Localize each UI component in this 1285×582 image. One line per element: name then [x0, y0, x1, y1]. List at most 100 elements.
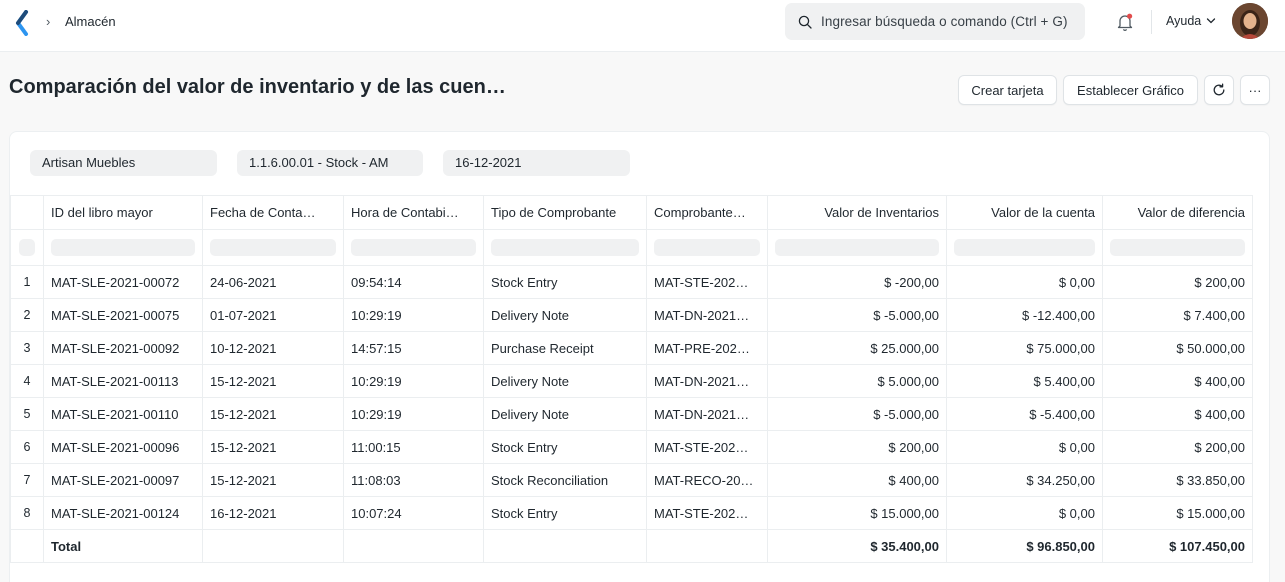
- table-row[interactable]: 3 MAT-SLE-2021-00092 10-12-2021 14:57:15 Pur…: [10, 331, 1253, 365]
- row-index: 3: [10, 331, 44, 365]
- posting-date-cell: 24-06-2021: [202, 265, 344, 299]
- account-value-cell: $ 75.000,00: [946, 331, 1103, 365]
- account-value-cell: $ 5.400,00: [946, 364, 1103, 398]
- voucher-link-cell[interactable]: MAT-STE-202…: [646, 430, 768, 464]
- table-row[interactable]: 6 MAT-SLE-2021-00096 15-12-2021 11:00:15 Sto…: [10, 430, 1253, 464]
- stock-value-cell: $ 15.000,00: [767, 496, 947, 530]
- account-filter[interactable]: 1.1.6.00.01 - Stock - AM: [237, 150, 423, 176]
- voucher-link-cell[interactable]: MAT-DN-2021…: [646, 397, 768, 431]
- more-options-button[interactable]: ···: [1240, 75, 1270, 105]
- total-account-value: $ 96.850,00: [946, 529, 1103, 563]
- posting-date-cell: 01-07-2021: [202, 298, 344, 332]
- stock-value-cell: $ 400,00: [767, 463, 947, 497]
- column-header-voucher-type[interactable]: Tipo de Comprobante: [483, 195, 647, 230]
- set-chart-button[interactable]: Establecer Gráfico: [1063, 75, 1198, 105]
- column-header-voucher[interactable]: Comprobante…: [646, 195, 768, 230]
- column-filter-input[interactable]: [775, 239, 939, 256]
- posting-date-cell: 16-12-2021: [202, 496, 344, 530]
- account-value-cell: $ 0,00: [946, 496, 1103, 530]
- column-header-difference-value[interactable]: Valor de diferencia: [1102, 195, 1253, 230]
- column-filter-input[interactable]: [954, 239, 1095, 256]
- row-index: 6: [10, 430, 44, 464]
- navbar-divider: [1151, 10, 1152, 34]
- difference-value-cell: $ 200,00: [1102, 430, 1253, 464]
- company-filter[interactable]: Artisan Muebles: [30, 150, 217, 176]
- difference-value-cell: $ 33.850,00: [1102, 463, 1253, 497]
- empty-cell: [343, 529, 484, 563]
- voucher-link-cell[interactable]: MAT-DN-2021…: [646, 364, 768, 398]
- table-row[interactable]: 5 MAT-SLE-2021-00110 15-12-2021 10:29:19 Del…: [10, 397, 1253, 431]
- table-row[interactable]: 8 MAT-SLE-2021-00124 16-12-2021 10:07:24 Sto…: [10, 496, 1253, 530]
- ledger-id-cell[interactable]: MAT-SLE-2021-00097: [43, 463, 203, 497]
- table-row[interactable]: 7 MAT-SLE-2021-00097 15-12-2021 11:08:03 Sto…: [10, 463, 1253, 497]
- user-avatar[interactable]: [1232, 3, 1268, 39]
- ledger-id-cell[interactable]: MAT-SLE-2021-00072: [43, 265, 203, 299]
- column-filter-input[interactable]: [351, 239, 476, 256]
- difference-value-cell: $ 7.400,00: [1102, 298, 1253, 332]
- difference-value-cell: $ 15.000,00: [1102, 496, 1253, 530]
- stock-value-cell: $ 25.000,00: [767, 331, 947, 365]
- page-title: Comparación del valor de inventario y de…: [9, 76, 506, 98]
- posting-time-cell: 11:08:03: [343, 463, 484, 497]
- row-index: 7: [10, 463, 44, 497]
- ledger-id-cell[interactable]: MAT-SLE-2021-00092: [43, 331, 203, 365]
- voucher-type-cell: Delivery Note: [483, 397, 647, 431]
- search-bar[interactable]: Ingresar búsqueda o comando (Ctrl + G): [785, 3, 1085, 40]
- posting-date-cell: 15-12-2021: [202, 397, 344, 431]
- column-header-stock-value[interactable]: Valor de Inventarios: [767, 195, 947, 230]
- stock-value-cell: $ -5.000,00: [767, 298, 947, 332]
- app-logo-icon[interactable]: [14, 10, 30, 36]
- refresh-button[interactable]: [1204, 75, 1234, 105]
- voucher-link-cell[interactable]: MAT-STE-202…: [646, 265, 768, 299]
- notification-bell-icon[interactable]: [1116, 12, 1134, 32]
- difference-value-cell: $ 400,00: [1102, 364, 1253, 398]
- table-row[interactable]: 1 MAT-SLE-2021-00072 24-06-2021 09:54:14 Sto…: [10, 265, 1253, 299]
- row-index-header: [10, 195, 44, 230]
- voucher-link-cell[interactable]: MAT-PRE-202…: [646, 331, 768, 365]
- ledger-id-cell[interactable]: MAT-SLE-2021-00110: [43, 397, 203, 431]
- voucher-link-cell[interactable]: MAT-RECO-20…: [646, 463, 768, 497]
- breadcrumb-item-almacen[interactable]: Almacén: [65, 14, 116, 29]
- ledger-id-cell[interactable]: MAT-SLE-2021-00075: [43, 298, 203, 332]
- voucher-link-cell[interactable]: MAT-DN-2021…: [646, 298, 768, 332]
- filter-checkbox[interactable]: [19, 239, 35, 256]
- account-value-cell: $ 0,00: [946, 430, 1103, 464]
- voucher-type-cell: Delivery Note: [483, 364, 647, 398]
- column-header-account-value[interactable]: Valor de la cuenta: [946, 195, 1103, 230]
- posting-date-cell: 10-12-2021: [202, 331, 344, 365]
- posting-time-cell: 10:29:19: [343, 298, 484, 332]
- stock-value-cell: $ -5.000,00: [767, 397, 947, 431]
- row-index: 4: [10, 364, 44, 398]
- column-filter-row: [10, 229, 1253, 266]
- stock-value-cell: $ -200,00: [767, 265, 947, 299]
- ledger-id-cell[interactable]: MAT-SLE-2021-00124: [43, 496, 203, 530]
- column-header-posting-date[interactable]: Fecha de Conta…: [202, 195, 344, 230]
- difference-value-cell: $ 400,00: [1102, 397, 1253, 431]
- difference-value-cell: $ 50.000,00: [1102, 331, 1253, 365]
- date-filter[interactable]: 16-12-2021: [443, 150, 630, 176]
- account-value-cell: $ -5.400,00: [946, 397, 1103, 431]
- chevron-down-icon[interactable]: [1206, 17, 1216, 25]
- search-icon: [798, 15, 812, 29]
- column-filter-input[interactable]: [1110, 239, 1245, 256]
- posting-time-cell: 10:29:19: [343, 364, 484, 398]
- ledger-id-cell[interactable]: MAT-SLE-2021-00096: [43, 430, 203, 464]
- help-dropdown[interactable]: Ayuda: [1166, 14, 1201, 28]
- total-stock-value: $ 35.400,00: [767, 529, 947, 563]
- account-value-cell: $ -12.400,00: [946, 298, 1103, 332]
- posting-date-cell: 15-12-2021: [202, 364, 344, 398]
- posting-time-cell: 11:00:15: [343, 430, 484, 464]
- ledger-id-cell[interactable]: MAT-SLE-2021-00113: [43, 364, 203, 398]
- create-card-button[interactable]: Crear tarjeta: [958, 75, 1057, 105]
- table-row[interactable]: 2 MAT-SLE-2021-00075 01-07-2021 10:29:19 Del…: [10, 298, 1253, 332]
- column-filter-input[interactable]: [491, 239, 639, 256]
- column-filter-input[interactable]: [210, 239, 336, 256]
- column-header-ledger-id[interactable]: ID del libro mayor: [43, 195, 203, 230]
- search-input[interactable]: Ingresar búsqueda o comando (Ctrl + G): [821, 14, 1068, 29]
- voucher-link-cell[interactable]: MAT-STE-202…: [646, 496, 768, 530]
- voucher-type-cell: Stock Entry: [483, 430, 647, 464]
- column-header-posting-time[interactable]: Hora de Contabi…: [343, 195, 484, 230]
- table-row[interactable]: 4 MAT-SLE-2021-00113 15-12-2021 10:29:19 Del…: [10, 364, 1253, 398]
- column-filter-input[interactable]: [51, 239, 195, 256]
- column-filter-input[interactable]: [654, 239, 760, 256]
